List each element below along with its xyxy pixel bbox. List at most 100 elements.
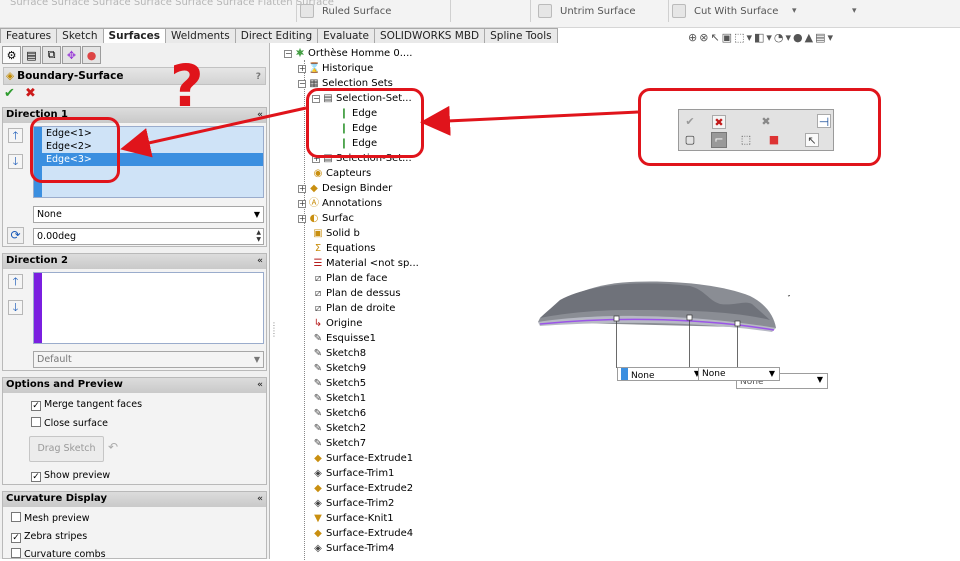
apply-scene-icon[interactable]: ▲ [805,31,815,44]
ribbon-dropdown-icon[interactable]: ▾ [852,6,857,16]
expand-icon[interactable]: + [298,185,306,193]
direction2-header[interactable]: Direction 2 « [3,254,266,269]
draft-angle-input[interactable]: 0.00deg ▲ ▼ [33,228,264,245]
undo-icon[interactable]: ↶ [108,440,118,454]
untrim-surface-button[interactable]: Untrim Surface [538,4,635,18]
collapse-icon[interactable]: « [257,254,263,268]
cut-with-surface-button[interactable]: Cut With Surface [672,4,778,18]
section-view-icon[interactable]: ▣ [722,31,734,44]
merge-tangent-faces-checkbox[interactable]: ✓ Merge tangent faces [31,398,142,411]
tree-item-sketch[interactable]: ✎ Sketch2 [312,421,366,436]
collapse-icon[interactable]: « [257,378,263,392]
tree-item-plan-face[interactable]: ⧄ Plan de face [312,271,388,286]
expand-icon[interactable]: + [298,215,306,223]
tree-item-surface-bodies[interactable]: + ◐ Surfac [298,211,354,226]
tree-item-annotations[interactable]: + Ⓐ Annotations [298,196,382,211]
collapse-icon[interactable]: « [257,492,263,506]
collapse-icon[interactable]: « [257,108,263,122]
spin-arrows-icon[interactable]: ▲ ▼ [256,229,261,243]
mesh-preview-checkbox[interactable]: Mesh preview [11,512,89,525]
ruled-surface-button[interactable]: Ruled Surface [300,4,391,18]
tree-item-capteurs[interactable]: ◉ Capteurs [312,166,372,181]
tree-item-feature[interactable]: ◈ Surface-Trim4 [312,541,394,556]
tree-item-sketch[interactable]: ✎ Esquisse1 [312,331,376,346]
curvature-header[interactable]: Curvature Display « [3,492,266,507]
tree-item-equations[interactable]: Σ Equations [312,241,376,256]
tree-item-sketch[interactable]: ✎ Sketch8 [312,346,366,361]
checkbox-label: Zebra stripes [24,531,88,542]
tree-item-sketch[interactable]: ✎ Sketch9 [312,361,366,376]
boundary-surface-preview[interactable] [530,270,790,340]
show-preview-checkbox[interactable]: ✓ Show preview [31,469,110,482]
display-style-icon[interactable]: ◧▾ [754,31,774,44]
panel-splitter-handle[interactable]: ⋮ ⋮ [270,322,278,346]
property-manager-icon[interactable]: ▤ [22,46,41,64]
tab-spline-tools[interactable]: Spline Tools [484,28,558,43]
move-up-button[interactable]: 🡑 [8,274,23,289]
reverse-direction-icon[interactable]: ⟳ [7,227,24,244]
display-manager-icon[interactable]: ● [82,46,101,64]
tree-item-sketch[interactable]: ✎ Sketch1 [312,391,366,406]
tree-label: Sketch8 [326,348,367,359]
tree-item-material[interactable]: ☰ Material <not sp... [312,256,419,271]
tab-surfaces[interactable]: Surfaces [102,28,167,43]
feature-manager-icon[interactable]: ⚙ [2,46,21,64]
tab-evaluate[interactable]: Evaluate [317,28,375,43]
tree-item-feature[interactable]: ▼ Surface-Knit1 [312,511,394,526]
close-surface-checkbox[interactable]: Close surface [31,417,108,430]
tree-item-feature[interactable]: ◆ Surface-Extrude4 [312,526,413,541]
tree-item-sketch[interactable]: ✎ Sketch7 [312,436,366,451]
collapse-icon[interactable]: − [298,80,306,88]
tree-item-feature[interactable]: ◈ Surface-Trim1 [312,466,394,481]
options-header[interactable]: Options and Preview « [3,378,266,393]
tree-item-design-binder[interactable]: + ◆ Design Binder [298,181,392,196]
direction2-tangency-select[interactable]: Default ▼ [33,351,264,368]
tab-sketch[interactable]: Sketch [56,28,104,43]
view-settings-icon[interactable]: ▤▾ [815,31,835,44]
edit-appearance-icon[interactable]: ● [793,31,805,44]
tree-root[interactable]: − 🟍 Orthèse Homme 0.... [284,46,412,61]
move-down-button[interactable]: 🡓 [8,300,23,315]
curvature-combs-checkbox[interactable]: Curvature combs [11,548,106,561]
help-icon[interactable]: ? [256,69,261,85]
move-down-button[interactable]: 🡓 [8,154,23,169]
tree-item-solid-bodies[interactable]: ▣ Solid b [312,226,360,241]
tree-item-plan-droite[interactable]: ⧄ Plan de droite [312,301,396,316]
tree-item-feature[interactable]: ◆ Surface-Extrude2 [312,481,413,496]
move-up-button[interactable]: 🡑 [8,128,23,143]
tree-item-origine[interactable]: ↳ Origine [312,316,363,331]
tree-item-feature[interactable]: ◆ Surface-Extrude1 [312,451,413,466]
tree-item-sketch[interactable]: ✎ Sketch5 [312,376,366,391]
zoom-area-icon[interactable]: ⊗ [699,31,710,44]
tree-item-feature[interactable]: ◈ Surface-Trim2 [312,496,394,511]
checkbox-label: Show preview [44,470,111,481]
drag-sketch-button[interactable]: Drag Sketch [29,436,104,462]
dimxpert-icon[interactable]: ✥ [62,46,81,64]
direction1-tangency-select[interactable]: None ▼ [33,206,264,223]
expand-icon[interactable]: + [298,65,306,73]
ok-button[interactable]: ✔ [4,86,15,101]
zoom-to-fit-icon[interactable]: ⊕ [688,31,699,44]
curve-tangency-callout-2[interactable]: None ▼ [698,367,780,381]
tab-features[interactable]: Features [0,28,58,43]
ribbon-dropdown-icon[interactable]: ▾ [792,6,797,16]
tree-label: Historique [322,63,374,74]
tree-label: Sketch7 [326,438,367,449]
cancel-button[interactable]: ✖ [25,86,36,101]
tab-solidworks-mbd[interactable]: SOLIDWORKS MBD [374,28,486,43]
tree-item-plan-dessus[interactable]: ⧄ Plan de dessus [312,286,401,301]
curve-tangency-callout-1[interactable]: None ▼ [617,367,705,381]
direction2-curves-list[interactable] [33,272,264,344]
previous-view-icon[interactable]: ↖ [710,31,721,44]
tree-item-sketch[interactable]: ✎ Sketch6 [312,406,366,421]
tree-item-historique[interactable]: + ⌛ Historique [298,61,373,76]
hide-show-items-icon[interactable]: ◔▾ [774,31,793,44]
collapse-icon[interactable]: − [284,50,292,58]
ribbon-separator [296,0,297,22]
zebra-stripes-checkbox[interactable]: ✓ Zebra stripes [11,530,87,543]
view-orientation-icon[interactable]: ⬚▾ [734,31,754,44]
configuration-manager-icon[interactable]: ⧉ [42,46,61,64]
tab-weldments[interactable]: Weldments [165,28,236,43]
tab-direct-editing[interactable]: Direct Editing [234,28,319,43]
expand-icon[interactable]: + [298,200,306,208]
